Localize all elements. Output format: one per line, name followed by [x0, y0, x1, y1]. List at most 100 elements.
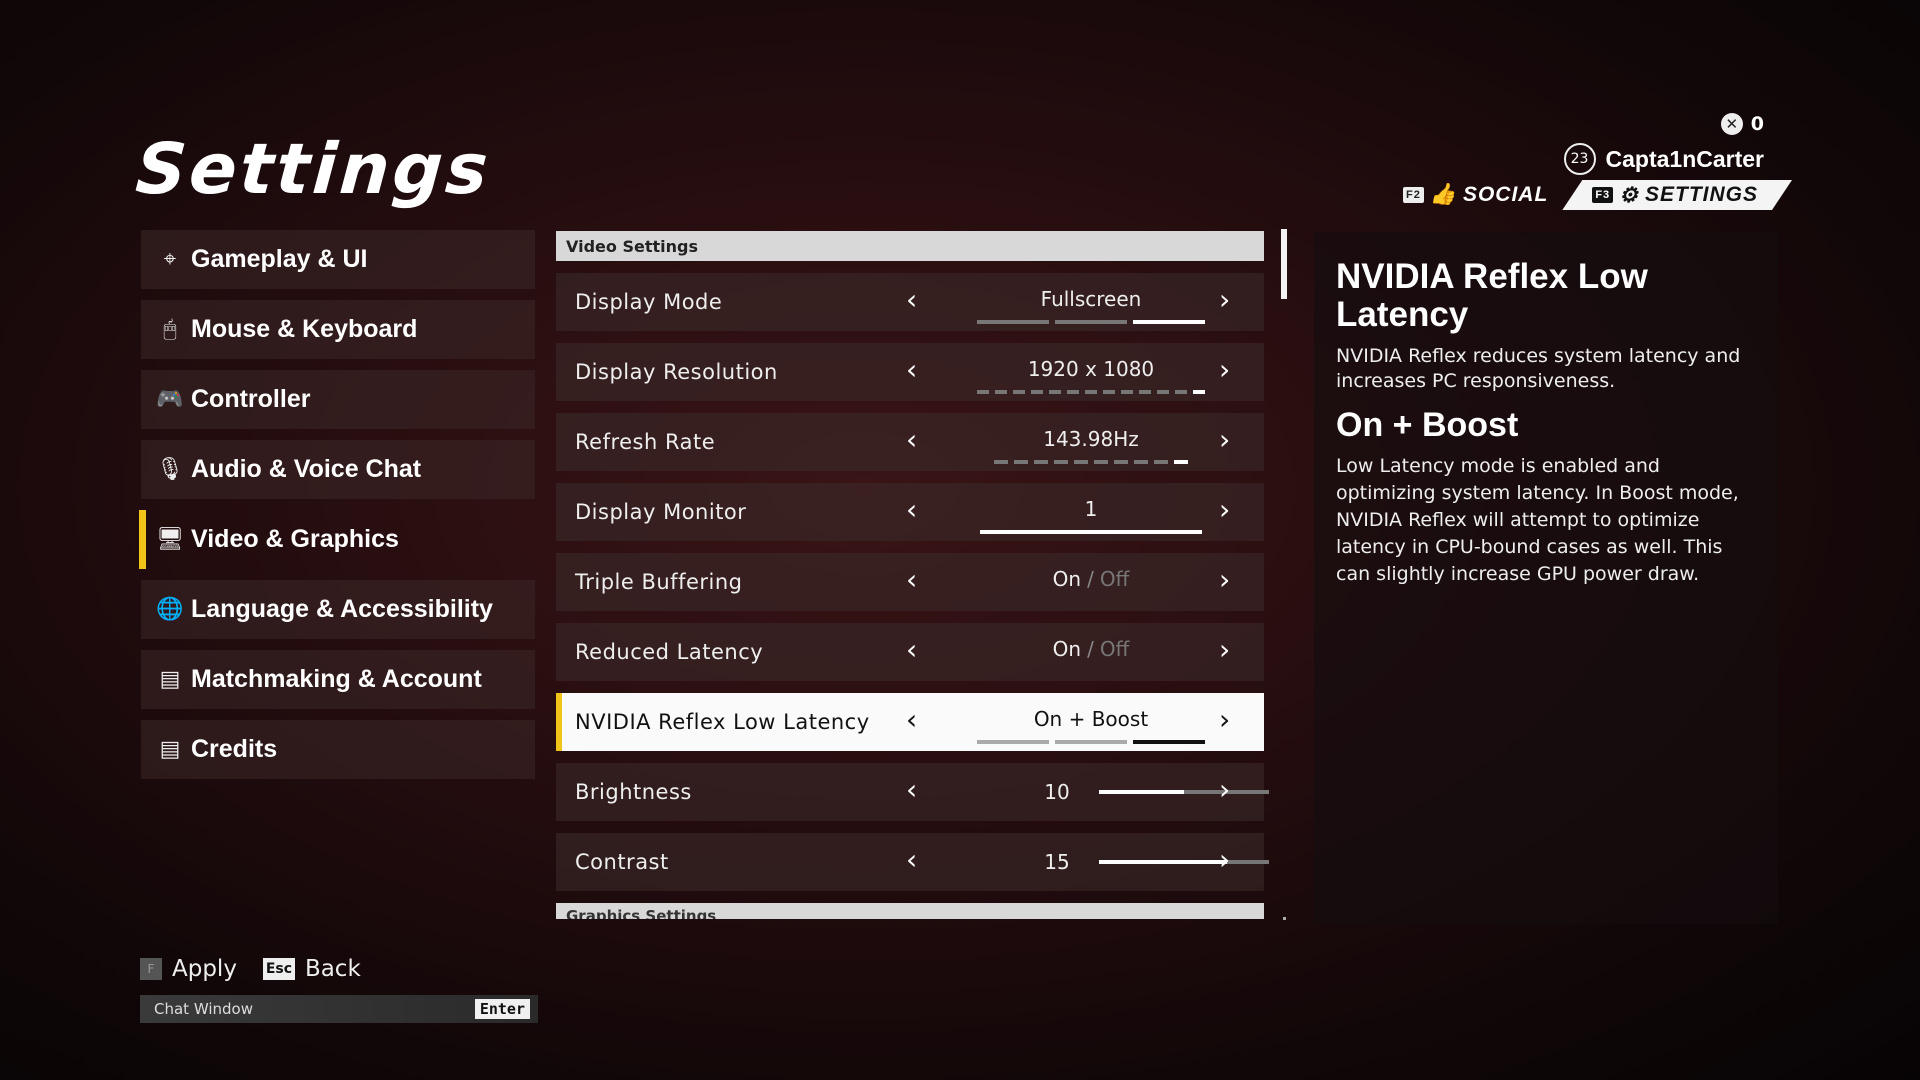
sidebar-item-gameplay-ui[interactable]: ⌖ Gameplay & UI: [141, 230, 535, 289]
back-button[interactable]: Esc Back: [262, 956, 361, 982]
option-tick: [995, 390, 1007, 394]
tab-social[interactable]: F2 👍 SOCIAL: [1389, 180, 1562, 210]
slider-track[interactable]: [1099, 790, 1269, 794]
chat-window-input[interactable]: Chat Window Enter: [140, 995, 538, 1023]
tab-settings[interactable]: F3 ⚙ SETTINGS: [1562, 180, 1792, 210]
section-header-video: Video Settings: [556, 231, 1264, 261]
option-indicator: [960, 530, 1222, 534]
party-icon[interactable]: ✕: [1720, 113, 1743, 135]
setting-row-display-mode[interactable]: Display Mode ‹ Fullscreen ›: [556, 273, 1264, 331]
setting-value: Fullscreen: [1040, 287, 1142, 311]
option-tick: [1174, 460, 1188, 464]
setting-label: Reduced Latency: [575, 640, 764, 664]
setting-value: 143.98Hz: [1043, 427, 1139, 451]
option-indicator: [960, 740, 1222, 744]
chevron-left-icon[interactable]: ‹: [906, 353, 917, 386]
setting-row-display-monitor[interactable]: Display Monitor ‹ 1 ›: [556, 483, 1264, 541]
mouse-icon: 🖱: [163, 317, 177, 342]
page-title: Settings: [133, 128, 494, 210]
chevron-right-icon[interactable]: ›: [1219, 563, 1230, 596]
slider-track[interactable]: [1099, 860, 1269, 864]
tab-settings-label: SETTINGS: [1644, 183, 1758, 206]
chevron-right-icon[interactable]: ›: [1219, 843, 1230, 876]
slider-fill: [1099, 790, 1184, 794]
description-text: NVIDIA Reflex reduces system latency and…: [1336, 345, 1741, 392]
chevron-left-icon[interactable]: ‹: [906, 843, 917, 876]
option-tick: [1055, 740, 1127, 744]
slider-value: 10: [1044, 780, 1070, 804]
option-tick: [1133, 740, 1205, 744]
settings-sidebar: ⌖ Gameplay & UI 🖱 Mouse & Keyboard 🎮 Con…: [139, 230, 535, 790]
notification-count: 0: [1750, 113, 1764, 135]
setting-value: On + Boost: [1033, 707, 1149, 731]
brightness-slider[interactable]: 10: [1037, 763, 1269, 821]
player-level-badge: 23: [1563, 143, 1596, 175]
option-tick: [1139, 390, 1151, 394]
chevron-left-icon[interactable]: ‹: [906, 563, 917, 596]
chevron-left-icon[interactable]: ‹: [906, 773, 917, 806]
option-tick: [1103, 390, 1115, 394]
sidebar-item-language-accessibility[interactable]: 🌐 Language & Accessibility: [141, 580, 535, 639]
chevron-right-icon[interactable]: ›: [1219, 283, 1230, 316]
chevron-left-icon[interactable]: ‹: [906, 283, 917, 316]
tab-social-label: SOCIAL: [1462, 183, 1549, 206]
chevron-left-icon[interactable]: ‹: [906, 633, 917, 666]
setting-row-reduced-latency[interactable]: Reduced Latency ‹ On / Off ›: [556, 623, 1264, 681]
option-tick: [1067, 390, 1079, 394]
sidebar-item-label: Audio & Voice Chat: [191, 455, 422, 483]
crosshair-icon: ⌖: [163, 247, 177, 272]
globe-icon: 🌐: [156, 597, 184, 622]
option-name: On + Boost: [1336, 406, 1519, 444]
option-tick: [1121, 390, 1133, 394]
chevron-right-icon[interactable]: ›: [1219, 633, 1230, 666]
setting-row-display-resolution[interactable]: Display Resolution ‹ 1920 x 1080 ›: [556, 343, 1264, 401]
sidebar-item-credits[interactable]: ▤ Credits: [141, 720, 535, 779]
sidebar-item-label: Language & Accessibility: [191, 595, 493, 623]
setting-row-brightness[interactable]: Brightness ‹ 10 ›: [556, 763, 1269, 821]
scrollbar-thumb[interactable]: [1281, 229, 1287, 299]
setting-label: Refresh Rate: [575, 430, 716, 454]
setting-row-nvidia-reflex[interactable]: NVIDIA Reflex Low Latency ‹ On + Boost ›: [556, 693, 1264, 751]
section-header-graphics: Graphics Settings: [556, 903, 1264, 919]
user-profile[interactable]: 23 Capta1nCarter: [1563, 143, 1765, 175]
option-tick: [1014, 460, 1028, 464]
apply-button[interactable]: F Apply: [140, 956, 237, 982]
option-tick: [1133, 320, 1205, 324]
option-tick: [977, 740, 1049, 744]
chevron-right-icon[interactable]: ›: [1219, 773, 1230, 806]
description-title: NVIDIA Reflex Low Latency: [1336, 257, 1648, 334]
setting-row-contrast[interactable]: Contrast ‹ 15 ›: [556, 833, 1269, 891]
chevron-right-icon[interactable]: ›: [1219, 703, 1230, 736]
sidebar-item-matchmaking-account[interactable]: ▤ Matchmaking & Account: [141, 650, 535, 709]
chevron-left-icon[interactable]: ‹: [906, 703, 917, 736]
sidebar-item-video-graphics[interactable]: 🖥 Video & Graphics: [139, 510, 535, 569]
monitor-icon: 🖥: [156, 527, 184, 552]
scrollbar-end: [1283, 917, 1286, 920]
option-tick: [1031, 390, 1043, 394]
slider-fill: [1099, 860, 1227, 864]
apply-label: Apply: [172, 956, 237, 982]
option-tick: [1175, 390, 1187, 394]
sidebar-item-mouse-keyboard[interactable]: 🖱 Mouse & Keyboard: [141, 300, 535, 359]
setting-row-refresh-rate[interactable]: Refresh Rate ‹ 143.98Hz ›: [556, 413, 1264, 471]
option-tick: [1134, 460, 1148, 464]
sidebar-item-label: Matchmaking & Account: [191, 665, 482, 693]
setting-row-triple-buffering[interactable]: Triple Buffering ‹ On / Off ›: [556, 553, 1264, 611]
chevron-right-icon[interactable]: ›: [1219, 423, 1230, 456]
chevron-right-icon[interactable]: ›: [1219, 353, 1230, 386]
key-hint-enter: Enter: [474, 999, 530, 1019]
sidebar-item-audio-voice[interactable]: 🎙 Audio & Voice Chat: [141, 440, 535, 499]
chevron-right-icon[interactable]: ›: [1219, 493, 1230, 526]
chevron-left-icon[interactable]: ‹: [906, 423, 917, 456]
option-tick: [1034, 460, 1048, 464]
gamepad-icon: 🎮: [156, 387, 184, 412]
sidebar-item-controller[interactable]: 🎮 Controller: [141, 370, 535, 429]
description-panel: NVIDIA Reflex Low Latency NVIDIA Reflex …: [1314, 232, 1778, 924]
chevron-left-icon[interactable]: ‹: [906, 493, 917, 526]
setting-value: 1920 x 1080: [1027, 357, 1155, 381]
username: Capta1nCarter: [1605, 145, 1765, 172]
option-tick: [1085, 390, 1097, 394]
contrast-slider[interactable]: 15: [1037, 833, 1269, 891]
setting-label: Display Mode: [575, 290, 723, 314]
option-indicator: [960, 390, 1222, 394]
